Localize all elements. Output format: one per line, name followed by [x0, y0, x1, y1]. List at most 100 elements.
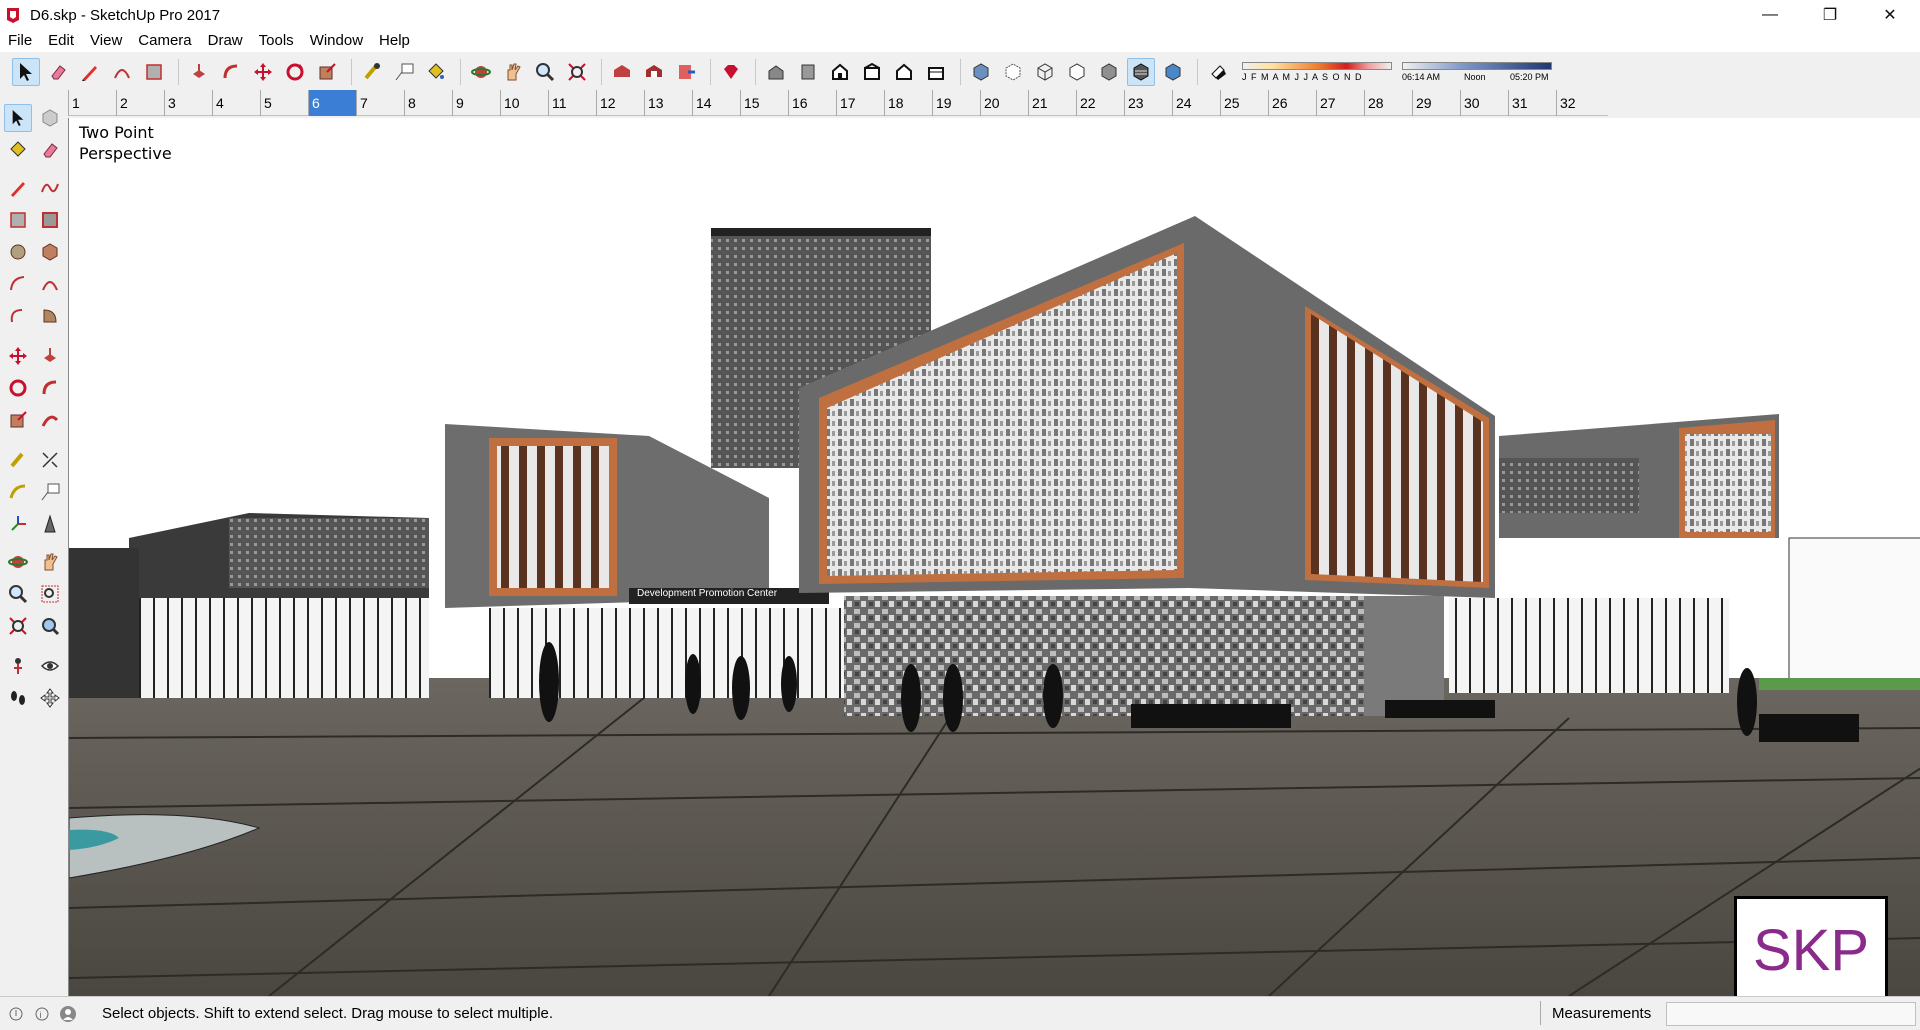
zoom-tool[interactable] [4, 580, 32, 608]
rectangle-tool-button[interactable] [140, 58, 168, 86]
zoom-extents-tool[interactable] [4, 612, 32, 640]
tape-measure-button[interactable] [358, 58, 386, 86]
scene-tab[interactable]: 13 [644, 90, 692, 116]
zoom-button[interactable] [531, 58, 559, 86]
scene-tab[interactable]: 6 [308, 90, 356, 116]
shaded-button[interactable] [1095, 58, 1123, 86]
top-view-button[interactable] [794, 58, 822, 86]
right-view-button[interactable] [858, 58, 886, 86]
scene-tab[interactable]: 10 [500, 90, 548, 116]
scene-tab[interactable]: 21 [1028, 90, 1076, 116]
restore-button[interactable]: ❐ [1800, 0, 1860, 30]
back-edges-button[interactable] [999, 58, 1027, 86]
tape-measure-tool[interactable] [4, 446, 32, 474]
scene-tab[interactable]: 27 [1316, 90, 1364, 116]
scene-tab[interactable]: 22 [1076, 90, 1124, 116]
scene-tab[interactable]: 5 [260, 90, 308, 116]
line-tool-button[interactable] [76, 58, 104, 86]
scene-tab[interactable]: 9 [452, 90, 500, 116]
rotate-tool[interactable] [4, 374, 32, 402]
shaded-with-textures-button[interactable] [1127, 58, 1155, 86]
front-view-button[interactable] [826, 58, 854, 86]
polygon-tool[interactable] [36, 238, 64, 266]
arc-tool-button[interactable] [108, 58, 136, 86]
scene-tab[interactable]: 30 [1460, 90, 1508, 116]
three-point-arc-tool[interactable] [4, 302, 32, 330]
scene-tab[interactable]: 8 [404, 90, 452, 116]
close-button[interactable]: ✕ [1860, 0, 1920, 30]
scene-tab[interactable]: 18 [884, 90, 932, 116]
display-shadows-button[interactable] [1204, 58, 1232, 86]
credits-icon[interactable]: i [32, 1004, 52, 1024]
move-tool[interactable] [4, 342, 32, 370]
two-point-arc-tool[interactable] [36, 270, 64, 298]
select-tool-button[interactable] [12, 58, 40, 86]
scene-tab[interactable]: 19 [932, 90, 980, 116]
orbit-tool[interactable] [4, 548, 32, 576]
left-view-button[interactable] [922, 58, 950, 86]
scene-tab[interactable]: 4 [212, 90, 260, 116]
dimension-tool[interactable] [36, 446, 64, 474]
menu-help[interactable]: Help [371, 30, 418, 52]
scene-tab[interactable]: 31 [1508, 90, 1556, 116]
scene-tab[interactable]: 15 [740, 90, 788, 116]
menu-draw[interactable]: Draw [200, 30, 251, 52]
move-tool-button[interactable] [249, 58, 277, 86]
send-to-layout-button[interactable] [672, 58, 700, 86]
scene-tab[interactable]: 1 [68, 90, 116, 116]
select-tool[interactable] [4, 104, 32, 132]
scene-tab[interactable]: 2 [116, 90, 164, 116]
xray-button[interactable] [967, 58, 995, 86]
position-camera-tool[interactable] [4, 652, 32, 680]
hidden-line-button[interactable] [1063, 58, 1091, 86]
scene-tab[interactable]: 23 [1124, 90, 1172, 116]
look-around-tool[interactable] [36, 652, 64, 680]
circle-tool[interactable] [4, 238, 32, 266]
text-tool-button[interactable] [390, 58, 418, 86]
pie-tool[interactable] [36, 302, 64, 330]
back-view-button[interactable] [890, 58, 918, 86]
scene-tab[interactable]: 17 [836, 90, 884, 116]
scene-tab[interactable]: 14 [692, 90, 740, 116]
model-viewport[interactable]: Development Promotion Center Two Point P… [68, 118, 1920, 996]
rotated-rectangle-tool[interactable] [36, 206, 64, 234]
previous-view-tool[interactable] [36, 612, 64, 640]
push-pull-button[interactable] [185, 58, 213, 86]
scene-tab[interactable]: 3 [164, 90, 212, 116]
scene-tab[interactable]: 25 [1220, 90, 1268, 116]
text-tool[interactable] [36, 478, 64, 506]
scene-tab[interactable]: 29 [1412, 90, 1460, 116]
eraser-tool[interactable] [36, 136, 64, 164]
measurements-input[interactable] [1666, 1002, 1916, 1026]
offset-tool[interactable] [36, 406, 64, 434]
scene-tab[interactable]: 7 [356, 90, 404, 116]
paint-bucket-tool[interactable] [4, 136, 32, 164]
3d-warehouse-button[interactable] [608, 58, 636, 86]
menu-window[interactable]: Window [302, 30, 371, 52]
push-pull-tool[interactable] [36, 342, 64, 370]
shadow-date-slider[interactable]: J F M A M J J A S O N D [1242, 58, 1392, 86]
rectangle-tool[interactable] [4, 206, 32, 234]
monochrome-button[interactable] [1159, 58, 1187, 86]
protractor-tool[interactable] [4, 478, 32, 506]
menu-camera[interactable]: Camera [130, 30, 199, 52]
paint-bucket-button[interactable] [422, 58, 450, 86]
scene-tab[interactable]: 12 [596, 90, 644, 116]
scene-tab[interactable]: 32 [1556, 90, 1604, 116]
eraser-tool-button[interactable] [44, 58, 72, 86]
iso-view-button[interactable] [762, 58, 790, 86]
wireframe-button[interactable] [1031, 58, 1059, 86]
scene-tab[interactable]: 28 [1364, 90, 1412, 116]
scene-tab[interactable]: 24 [1172, 90, 1220, 116]
line-tool[interactable] [4, 174, 32, 202]
shadow-time-slider[interactable]: 06:14 AM Noon 05:20 PM [1402, 58, 1552, 86]
zoom-extents-button[interactable] [563, 58, 591, 86]
follow-me-button[interactable] [217, 58, 245, 86]
menu-edit[interactable]: Edit [40, 30, 82, 52]
pan-button[interactable] [499, 58, 527, 86]
scale-tool[interactable] [4, 406, 32, 434]
menu-view[interactable]: View [82, 30, 130, 52]
make-component-tool[interactable] [36, 104, 64, 132]
menu-file[interactable]: File [0, 30, 40, 52]
geo-location-icon[interactable] [6, 1004, 26, 1024]
